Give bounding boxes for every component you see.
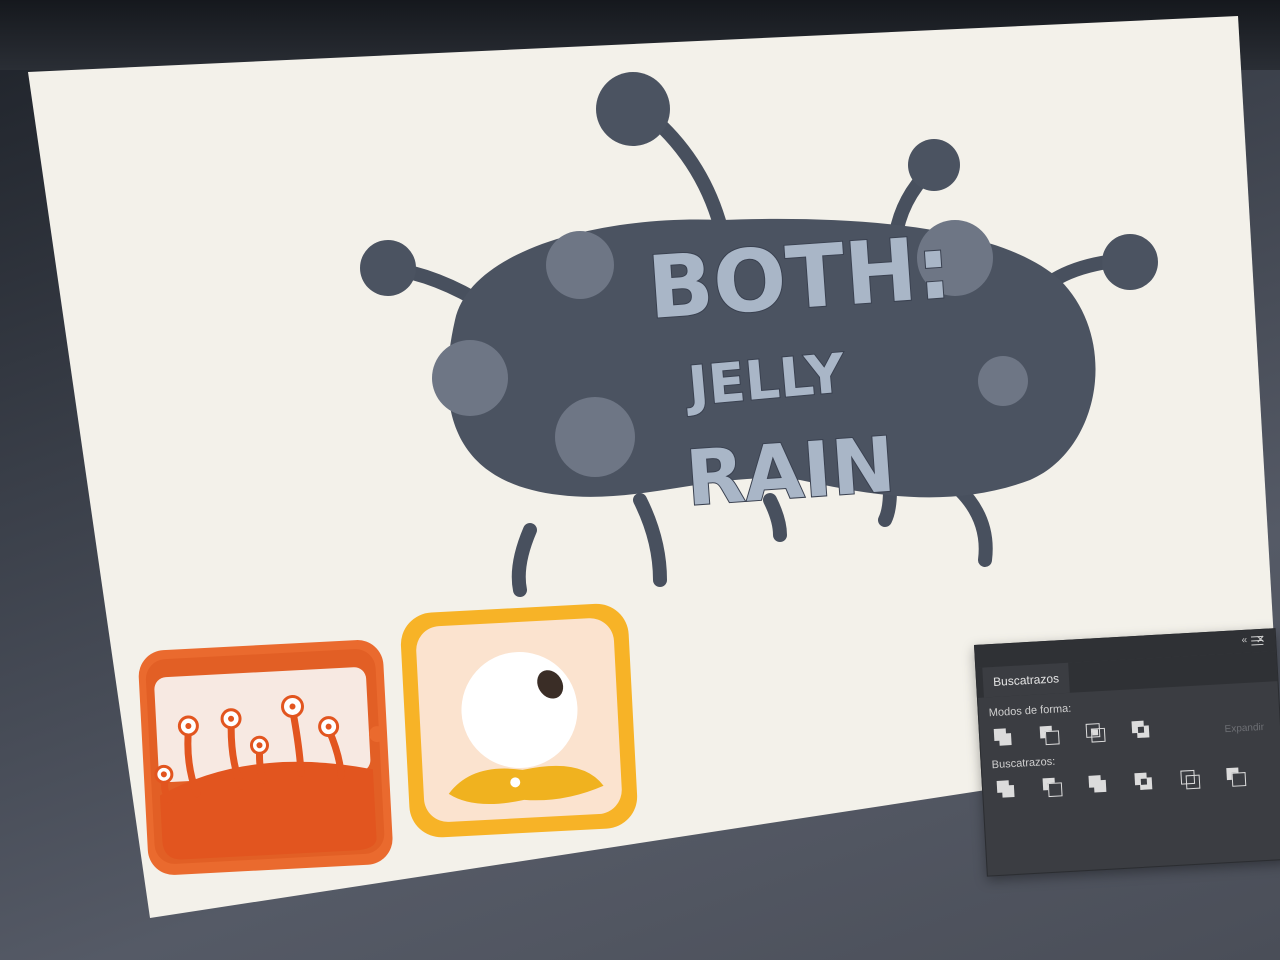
logo-line-rain: RAIN [683, 420, 898, 523]
minus-back-button[interactable] [1224, 765, 1247, 788]
unite-button[interactable] [992, 726, 1015, 749]
expand-button[interactable]: Expandir [1224, 722, 1264, 735]
trim-button[interactable] [1040, 775, 1063, 798]
app-icon-yellow [400, 603, 638, 838]
intersect-button[interactable] [1083, 721, 1106, 744]
hamburger-icon[interactable] [1250, 635, 1264, 647]
exclude-button[interactable] [1129, 718, 1152, 741]
outline-button[interactable] [1178, 768, 1201, 791]
minus-front-button[interactable] [1038, 723, 1061, 746]
divide-button[interactable] [995, 778, 1018, 801]
app-icon-orange [138, 640, 393, 875]
crop-button[interactable] [1132, 770, 1155, 793]
merge-button[interactable] [1086, 773, 1109, 796]
tab-buscatrazos[interactable]: Buscatrazos [982, 662, 1070, 698]
logo-line-both: BOTH: [644, 218, 954, 339]
collapse-icon[interactable]: « [1241, 635, 1247, 646]
pathfinder-panel: « ✕ Buscatrazos Modos de forma: Expandir… [974, 628, 1280, 877]
screen-photo: BOTH: JELLY RAIN « ✕ Buscatrazos Modos d… [0, 0, 1280, 960]
